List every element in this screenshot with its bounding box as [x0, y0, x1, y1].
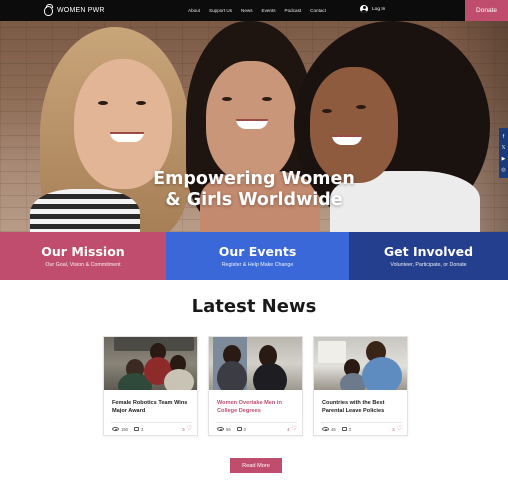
news-card-title[interactable]: Female Robotics Team Wins Major Award: [112, 400, 192, 415]
block-subtitle: Volunteer, Participate, or Donate: [390, 262, 467, 268]
like-button[interactable]: 4 ♡: [287, 426, 297, 432]
hero-banner: Empowering Women & Girls Worldwide f 𝕏 ▶…: [0, 21, 508, 232]
our-mission-block[interactable]: Our Mission Our Goal, Vision & Commitmen…: [0, 232, 166, 280]
site-logo[interactable]: WOMEN PWR: [44, 3, 105, 17]
social-bar: f 𝕏 ▶ ◎: [499, 128, 508, 178]
nav-item-podcast[interactable]: Podcast: [285, 8, 302, 13]
latest-news-heading: Latest News: [191, 296, 317, 317]
hero-headline: Empowering Women & Girls Worldwide: [0, 169, 508, 211]
comments-icon: [236, 427, 242, 431]
hero-photo-eye: [222, 97, 232, 101]
card-divider: [321, 422, 402, 423]
nav-item-contact[interactable]: Contact: [310, 8, 326, 13]
comments-count: 0: [243, 426, 247, 432]
news-card[interactable]: Women Overtake Men in College Degrees 56…: [208, 336, 303, 436]
news-card-stats: 56 0 4 ♡: [217, 425, 297, 433]
hero-photo-eye: [322, 109, 332, 113]
person-body: [362, 357, 402, 390]
views-icon: [217, 427, 224, 431]
read-more-button[interactable]: Read More: [230, 458, 282, 473]
comments-count: 3: [141, 426, 144, 432]
hero-photo-eye: [262, 97, 272, 101]
block-subtitle: Our Goal, Vision & Commitment: [45, 262, 121, 268]
instagram-icon[interactable]: ◎: [501, 167, 505, 173]
news-card-title[interactable]: Women Overtake Men in College Degrees: [217, 400, 297, 415]
likes-count: 3: [182, 426, 185, 432]
block-title: Our Mission: [41, 244, 125, 259]
nav-item-about[interactable]: About: [188, 8, 200, 13]
news-card-image: [104, 337, 197, 390]
user-avatar-icon: [360, 5, 368, 13]
views-icon: [112, 427, 119, 431]
likes-count: 4: [287, 426, 290, 432]
views-count: 150: [121, 426, 128, 432]
comments-icon: [341, 427, 347, 431]
news-card-stats: 45 3 3 ♡: [322, 425, 402, 433]
news-card-stats: 150 3 3 ♡: [112, 425, 192, 433]
card-divider: [111, 422, 192, 423]
main-nav: About Support Us News Events Podcast Con…: [188, 0, 335, 21]
heart-icon: ♡: [396, 426, 402, 432]
nav-item-news[interactable]: News: [241, 8, 253, 13]
hero-headline-line2: & Girls Worldwide: [165, 190, 343, 210]
feature-blocks: Our Mission Our Goal, Vision & Commitmen…: [0, 232, 508, 280]
news-card[interactable]: Countries with the Best Parental Leave P…: [313, 336, 408, 436]
our-events-block[interactable]: Our Events Register & Help Make Change: [166, 232, 349, 280]
hero-photo-eye: [136, 101, 146, 105]
hero-photo-woman-right-face: [310, 67, 398, 183]
person-body: [164, 369, 194, 390]
like-button[interactable]: 3 ♡: [392, 426, 402, 432]
heart-icon: ♡: [291, 426, 297, 432]
hero-photo-eye: [98, 101, 108, 105]
hero-photo-eye: [356, 105, 366, 109]
card-divider: [216, 422, 297, 423]
get-involved-block[interactable]: Get Involved Volunteer, Participate, or …: [349, 232, 508, 280]
wall-frame: [318, 341, 346, 363]
block-title: Get Involved: [383, 244, 474, 259]
like-button[interactable]: 3 ♡: [182, 426, 192, 432]
facebook-icon[interactable]: f: [503, 134, 504, 140]
hero-headline-line1: Empowering Women: [153, 169, 355, 189]
views-count: 45: [331, 426, 336, 432]
top-nav-bar: WOMEN PWR About Support Us News Events P…: [0, 0, 508, 21]
youtube-icon[interactable]: ▶: [502, 156, 506, 162]
news-card-title[interactable]: Countries with the Best Parental Leave P…: [322, 400, 402, 415]
likes-count: 3: [392, 426, 395, 432]
person-body: [253, 363, 287, 390]
comments-count: 3: [348, 426, 352, 432]
news-card-image: [209, 337, 302, 390]
x-twitter-icon[interactable]: 𝕏: [501, 145, 505, 151]
login-button[interactable]: Log In: [360, 5, 385, 13]
person-body: [217, 361, 247, 390]
nav-item-events[interactable]: Events: [262, 8, 276, 13]
donate-button[interactable]: Donate: [465, 0, 508, 21]
login-label: Log In: [372, 6, 386, 12]
nav-item-support-us[interactable]: Support Us: [209, 8, 232, 13]
logo-emblem-icon: [44, 3, 53, 16]
views-icon: [322, 427, 329, 431]
hero-photo-smile: [236, 119, 268, 129]
heart-icon: ♡: [186, 426, 192, 432]
logo-text: WOMEN PWR: [57, 7, 105, 14]
news-card[interactable]: Female Robotics Team Wins Major Award 15…: [103, 336, 198, 436]
hero-photo-smile: [110, 132, 144, 142]
comments-icon: [134, 427, 139, 431]
news-card-image: [314, 337, 407, 390]
block-title: Our Events: [218, 244, 297, 259]
block-subtitle: Register & Help Make Change: [221, 262, 294, 268]
views-count: 56: [226, 426, 231, 432]
